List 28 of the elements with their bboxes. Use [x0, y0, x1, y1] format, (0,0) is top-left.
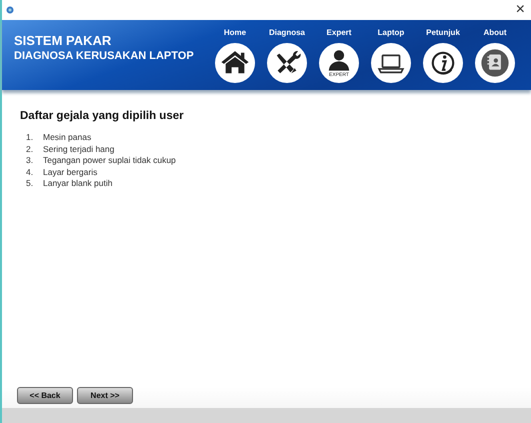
- app-icon: [6, 6, 14, 14]
- nav-label[interactable]: Diagnosa: [268, 28, 305, 37]
- symptom-item: Tegangan power suplai tidak cukup: [43, 155, 176, 166]
- nav-button[interactable]: [267, 43, 307, 83]
- list-number: 1.: [26, 132, 34, 144]
- nav-label[interactable]: Home: [224, 28, 246, 37]
- nav-button[interactable]: [215, 43, 255, 83]
- nav-label[interactable]: Laptop: [378, 28, 404, 37]
- section-heading: Daftar gejala yang dipilih user: [20, 110, 185, 122]
- symptom-item: Sering terjadi hang: [43, 144, 114, 155]
- list-number: 2.: [26, 144, 34, 155]
- symptom-item: Layar bergaris: [43, 166, 98, 178]
- nav-button[interactable]: [371, 43, 411, 83]
- symptom-item: Mesin panas: [43, 132, 92, 144]
- list-number: 5.: [26, 178, 34, 190]
- list-number: 3.: [26, 155, 34, 166]
- nav-label[interactable]: Expert: [326, 28, 352, 37]
- nav-button[interactable]: [475, 43, 515, 83]
- symptom-item: Lanyar blank putih: [43, 178, 112, 190]
- list-number: 4.: [26, 166, 34, 178]
- back-button[interactable]: << Back: [17, 387, 73, 404]
- close-button[interactable]: ×: [514, 1, 527, 19]
- next-button[interactable]: Next >>: [77, 387, 133, 404]
- app-title: SISTEM PAKAR: [14, 33, 112, 48]
- nav-label[interactable]: Petunjuk: [426, 28, 460, 37]
- nav-button[interactable]: [423, 43, 463, 83]
- app-subtitle: DIAGNOSA KERUSAKAN LAPTOP: [14, 50, 194, 62]
- nav-label[interactable]: About: [483, 28, 507, 37]
